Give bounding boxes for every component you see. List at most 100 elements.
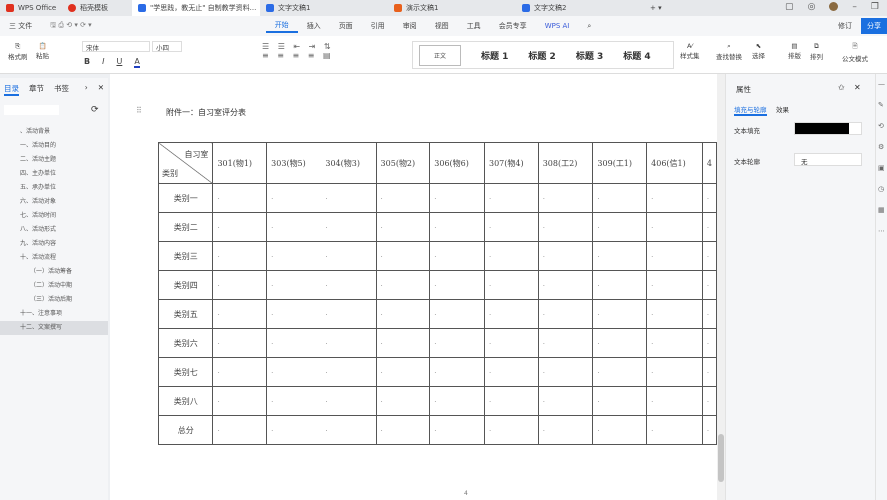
score-cell[interactable]: · [483, 299, 539, 329]
score-cell[interactable]: · [266, 183, 322, 213]
tab-wps-office[interactable]: WPS Office [0, 0, 62, 16]
bold-button[interactable]: B [84, 57, 90, 68]
menu-insert[interactable]: 插入 [298, 21, 330, 31]
score-cell[interactable]: · [537, 183, 594, 213]
score-cell[interactable]: · [483, 212, 539, 242]
toc-item[interactable]: 、活动背景 [0, 125, 108, 139]
text-outline-select[interactable]: 无 [794, 153, 862, 166]
document-page[interactable]: ⠿ 附件一：自习室评分表 自习室 类别 301(物1) 303(物5) 304(物3… [110, 74, 718, 500]
score-cell[interactable]: · [701, 270, 718, 300]
score-cell[interactable]: · [483, 415, 539, 445]
style-heading-2[interactable]: 标题 2 [528, 49, 555, 62]
score-cell[interactable]: · [537, 212, 594, 242]
score-cell[interactable]: · [701, 386, 718, 416]
avatar[interactable] [829, 2, 839, 11]
score-cell[interactable]: · [429, 183, 485, 213]
score-cell[interactable]: · [212, 299, 268, 329]
score-cell[interactable]: · [537, 357, 594, 387]
score-cell[interactable]: · [483, 241, 539, 271]
style-heading-1[interactable]: 标题 1 [481, 49, 508, 62]
score-cell[interactable]: · [701, 241, 718, 271]
italic-button[interactable]: I [102, 57, 104, 68]
score-cell[interactable]: · [429, 357, 485, 387]
toc-item[interactable]: 八、活动形式 [0, 223, 108, 237]
score-cell[interactable]: · [646, 241, 703, 271]
score-cell[interactable]: · [592, 328, 648, 358]
score-cell[interactable]: · [646, 357, 703, 387]
score-cell[interactable]: · [429, 299, 485, 329]
tab-effects[interactable]: 效果 [776, 104, 789, 114]
score-cell[interactable]: · [266, 270, 322, 300]
menu-tools[interactable]: 工具 [458, 21, 490, 31]
menu-wps-ai[interactable]: WPS AI [536, 22, 579, 30]
tab-templates[interactable]: 稻壳模板 [62, 0, 132, 16]
toc-item[interactable]: 九、活动内容 [0, 237, 108, 251]
score-cell[interactable]: · [212, 241, 268, 271]
toc-item[interactable]: 六、活动对象 [0, 195, 108, 209]
style-set-button[interactable]: A⁄ 样式集 [680, 42, 700, 60]
score-cell[interactable]: · [212, 386, 268, 416]
score-cell[interactable]: · [212, 270, 268, 300]
score-cell[interactable]: · [321, 415, 377, 445]
score-cell[interactable]: · [429, 415, 485, 445]
toc-item[interactable]: 十一、注意事项 [0, 307, 108, 321]
score-cell[interactable]: · [429, 241, 485, 271]
score-cell[interactable]: · [375, 415, 431, 445]
score-cell[interactable]: · [429, 386, 485, 416]
score-cell[interactable]: · [429, 212, 485, 242]
menu-reference[interactable]: 引用 [362, 21, 394, 31]
score-cell[interactable]: · [321, 357, 377, 387]
toc-item[interactable]: （二）活动中期 [0, 279, 108, 293]
menu-member[interactable]: 会员专享 [490, 21, 536, 31]
menu-review[interactable]: 审阅 [394, 21, 426, 31]
score-cell[interactable]: · [375, 328, 431, 358]
restore-icon[interactable]: ❐ [871, 2, 879, 12]
score-cell[interactable]: · [375, 241, 431, 271]
toc-item[interactable]: 四、主办单位 [0, 167, 108, 181]
score-cell[interactable]: · [483, 328, 539, 358]
score-cell[interactable]: · [701, 299, 718, 329]
style-heading-4[interactable]: 标题 4 [623, 49, 650, 62]
score-cell[interactable]: · [592, 357, 648, 387]
menu-home[interactable]: 开始 [265, 20, 298, 33]
score-cell[interactable]: · [321, 386, 377, 416]
score-cell[interactable]: · [429, 270, 485, 300]
score-cell[interactable]: · [646, 415, 703, 445]
score-cell[interactable]: · [483, 270, 539, 300]
score-cell[interactable]: · [321, 270, 377, 300]
score-cell[interactable]: · [592, 415, 648, 445]
score-cell[interactable]: · [266, 241, 322, 271]
paste-button[interactable]: 📋 粘贴 [36, 42, 49, 60]
score-cell[interactable]: · [592, 212, 648, 242]
official-mode-button[interactable]: 🗎 公文模式 [842, 42, 868, 63]
style-heading-3[interactable]: 标题 3 [576, 49, 603, 62]
tab-current-document[interactable]: "学思践，教无止" 自制教学资料... [132, 0, 260, 16]
score-cell[interactable]: · [537, 270, 594, 300]
window-icon[interactable]: ▢ [785, 2, 794, 12]
score-cell[interactable]: · [646, 299, 703, 329]
score-cell[interactable]: · [483, 357, 539, 387]
score-cell[interactable]: · [266, 415, 322, 445]
side-tool-icons[interactable]: — ✎ ⟲ ⚙ ▣ ◷ ▦ ⋯ [876, 74, 887, 242]
toc-item[interactable]: （一）活动筹备 [0, 265, 108, 279]
score-cell[interactable]: · [592, 183, 648, 213]
score-cell[interactable]: · [321, 183, 377, 213]
score-cell[interactable]: · [266, 299, 322, 329]
score-cell[interactable]: · [701, 357, 718, 387]
score-cell[interactable]: · [537, 299, 594, 329]
score-cell[interactable]: · [321, 241, 377, 271]
close-icon[interactable]: ✕ [98, 83, 104, 96]
score-cell[interactable]: · [537, 415, 594, 445]
score-cell[interactable]: · [266, 386, 322, 416]
text-fill-select[interactable] [794, 122, 862, 135]
style-gallery[interactable]: 正文 标题 1 标题 2 标题 3 标题 4 [412, 41, 674, 69]
toc-item[interactable]: 五、承办单位 [0, 181, 108, 195]
search-icon[interactable]: ⌕ [578, 22, 600, 31]
toc-item[interactable]: 七、活动时间 [0, 209, 108, 223]
underline-button[interactable]: U [116, 57, 122, 68]
select-button[interactable]: ⬉ 选择 [752, 42, 765, 60]
size-select[interactable]: 小四 [152, 41, 182, 52]
score-cell[interactable]: · [212, 357, 268, 387]
score-cell[interactable]: · [212, 328, 268, 358]
score-cell[interactable]: · [375, 386, 431, 416]
